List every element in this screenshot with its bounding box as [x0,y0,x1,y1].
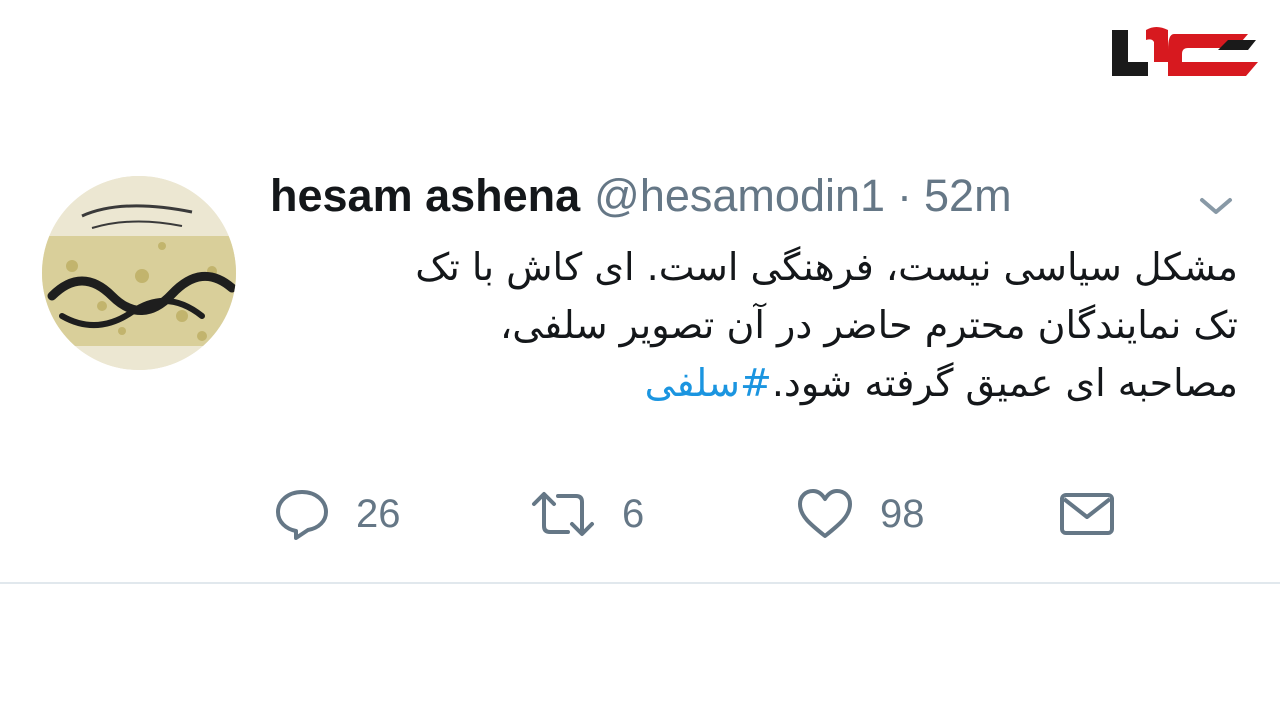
user-name[interactable]: hesam ashena [270,170,580,222]
reply-icon [276,490,328,540]
tweet-text-line: مشکل سیاسی نیست، فرهنگی است. ای کاش با ت… [415,245,1238,289]
reply-count: 26 [356,491,401,536]
heart-icon [798,489,852,538]
user-handle[interactable]: @hesamodin1 [594,170,885,222]
envelope-icon [1060,493,1114,535]
header-separator: · [897,170,913,221]
like-count: 98 [880,491,925,536]
tweet-text-line: مصاحبه ای عمیق گرفته شود.#سلفی [250,354,1238,412]
tweet-text-segment: مصاحبه ای عمیق گرفته شود. [771,361,1238,405]
reply-button[interactable]: 26 [274,484,401,544]
retweet-count: 6 [622,491,645,536]
retweet-icon [532,492,594,536]
tweet-text: مشکل سیاسی نیست، فرهنگی است. ای کاش با ت… [250,238,1238,412]
tweet-header: hesam ashena @hesamodin1 · 52m [270,170,1012,232]
tweet-actions: 26 6 98 [0,484,1280,544]
direct-message-button[interactable] [1058,484,1116,544]
chevron-down-icon [1200,198,1232,214]
retweet-button[interactable]: 6 [530,484,644,544]
tweet-menu-button[interactable] [1196,192,1236,220]
hashtag-link[interactable]: #سلفی [645,361,772,405]
calligraphy-avatar-icon [42,176,236,370]
tweet-timestamp[interactable]: 52m [924,170,1012,222]
avatar[interactable] [42,176,236,370]
tweet-text-line: تک نمایندگان محترم حاضر در آن تصویر سلفی… [500,303,1238,347]
tweet-divider [0,582,1280,584]
rokna-logo-icon [1112,27,1258,76]
like-button[interactable]: 98 [796,484,925,544]
rokna-logo [1108,22,1263,84]
